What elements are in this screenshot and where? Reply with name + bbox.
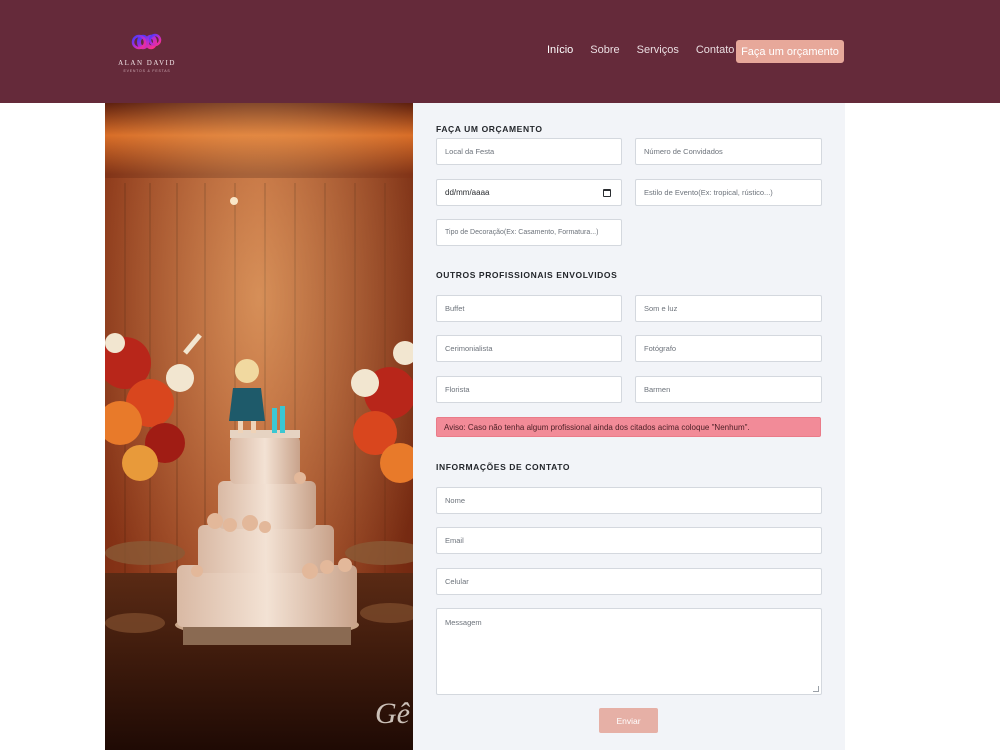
nav-link-contato[interactable]: Contato	[696, 44, 735, 56]
brand-name: ALAN DAVID	[118, 59, 176, 67]
som-luz-input[interactable]: Som e luz	[635, 295, 822, 322]
resize-grip-icon[interactable]	[813, 686, 819, 692]
fotografo-input[interactable]: Fotógrafo	[635, 335, 822, 362]
calendar-icon[interactable]	[603, 188, 611, 197]
mensagem-textarea[interactable]: Messagem	[436, 608, 822, 695]
main-nav: Início Sobre Serviços Contato	[547, 44, 751, 56]
tipo-decoracao-input[interactable]: Tipo de Decoração(Ex: Casamento, Formatu…	[436, 219, 622, 246]
brand-logo[interactable]: ALAN DAVID EVENTOS & FESTAS	[118, 28, 176, 90]
nome-input[interactable]: Nome	[436, 487, 822, 514]
barmen-input[interactable]: Barmen	[635, 376, 822, 403]
section-title-profissionais: OUTROS PROFISSIONAIS ENVOLVIDOS	[436, 270, 618, 280]
date-input[interactable]: dd/mm/aaaa	[436, 179, 622, 206]
section-title-contato: INFORMAÇÕES DE CONTATO	[436, 462, 571, 472]
enviar-button[interactable]: Enviar	[599, 708, 658, 733]
nav-link-sobre[interactable]: Sobre	[590, 44, 619, 56]
celular-input[interactable]: Celular	[436, 568, 822, 595]
brand-tagline: EVENTOS & FESTAS	[123, 69, 171, 73]
email-input[interactable]: Email	[436, 527, 822, 554]
infinity-logo-icon	[131, 33, 162, 50]
warning-alert: Aviso: Caso não tenha algum profissional…	[436, 417, 821, 437]
mensagem-placeholder: Messagem	[445, 618, 482, 627]
cerimonialista-input[interactable]: Cerimonialista	[436, 335, 622, 362]
section-title-orcamento: FAÇA UM ORÇAMENTO	[436, 124, 543, 134]
nav-link-inicio[interactable]: Início	[547, 44, 573, 56]
nav-link-servicos[interactable]: Serviços	[637, 44, 679, 56]
request-quote-button[interactable]: Faça um orçamento	[736, 40, 844, 63]
photo-watermark: Gê	[375, 697, 411, 730]
date-value: dd/mm/aaaa	[445, 188, 490, 197]
site-header: ALAN DAVID EVENTOS & FESTAS Início Sobre…	[0, 0, 1000, 103]
numero-convidados-input[interactable]: Número de Convidados	[635, 138, 822, 165]
event-photo: Gê	[105, 103, 413, 750]
estilo-evento-input[interactable]: Estilo de Evento(Ex: tropical, rústico..…	[635, 179, 822, 206]
local-festa-input[interactable]: Local da Festa	[436, 138, 622, 165]
buffet-input[interactable]: Buffet	[436, 295, 622, 322]
florista-input[interactable]: Florista	[436, 376, 622, 403]
